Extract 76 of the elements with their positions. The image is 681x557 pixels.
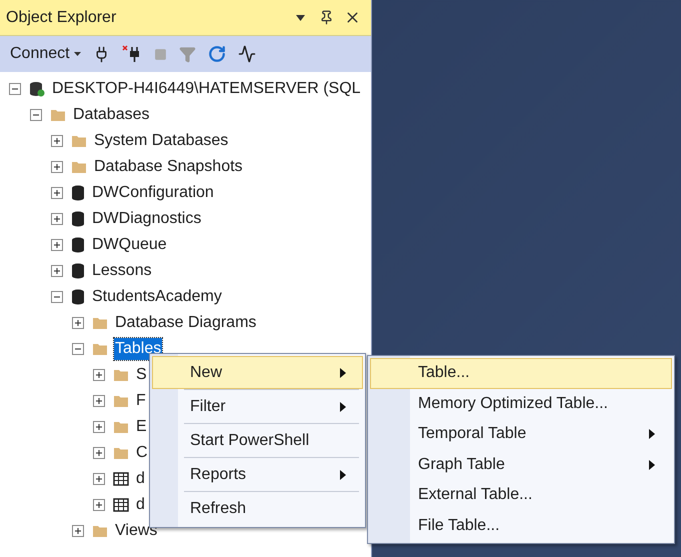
menu-item[interactable]: File Table... xyxy=(370,510,672,541)
database-icon xyxy=(71,289,85,305)
menu-item[interactable]: Memory Optimized Table... xyxy=(370,388,672,419)
submenu-arrow-icon xyxy=(340,402,346,412)
connect-button[interactable]: Connect xyxy=(10,42,81,66)
tree-item[interactable]: F xyxy=(135,390,147,412)
database-icon xyxy=(71,263,85,279)
collapse-icon[interactable] xyxy=(72,343,84,355)
tree-item[interactable]: d xyxy=(135,468,146,490)
tree-item[interactable]: DWDiagnostics xyxy=(91,208,202,230)
expand-icon[interactable] xyxy=(51,239,63,251)
tree-item[interactable]: Database Diagrams xyxy=(114,312,258,334)
menu-item[interactable]: Graph Table xyxy=(370,450,672,480)
tree-item[interactable]: DWConfiguration xyxy=(91,182,215,204)
folder-icon xyxy=(50,108,66,122)
tree-item[interactable]: C xyxy=(135,442,149,464)
submenu-arrow-icon xyxy=(340,470,346,480)
table-icon xyxy=(113,472,129,486)
activity-icon[interactable] xyxy=(238,45,256,63)
folder-icon xyxy=(113,420,129,434)
menu-item[interactable]: Temporal Table xyxy=(370,419,672,450)
menu-item[interactable]: New xyxy=(152,356,363,389)
table-icon xyxy=(113,498,129,512)
expand-icon[interactable] xyxy=(51,187,63,199)
expand-icon[interactable] xyxy=(93,499,105,511)
menu-item[interactable]: Reports xyxy=(152,458,363,491)
tree-item[interactable]: DWQueue xyxy=(91,234,168,256)
menu-item[interactable]: Filter xyxy=(152,390,363,423)
expand-icon[interactable] xyxy=(93,421,105,433)
tree-item[interactable]: Tables xyxy=(114,338,162,360)
tree-item[interactable]: Databases xyxy=(72,104,150,126)
menu-item[interactable]: Table... xyxy=(370,358,672,388)
tree-item[interactable]: S xyxy=(135,364,148,386)
database-icon xyxy=(71,211,85,227)
expand-icon[interactable] xyxy=(93,473,105,485)
dropdown-icon[interactable] xyxy=(296,14,305,20)
tree-item[interactable]: DESKTOP-H4I6449\HATEMSERVER (SQL xyxy=(51,78,362,100)
submenu-arrow-icon xyxy=(649,460,655,470)
submenu-arrow-icon xyxy=(340,368,346,378)
expand-icon[interactable] xyxy=(93,369,105,381)
disconnect-icon[interactable] xyxy=(122,45,142,63)
folder-icon xyxy=(92,342,108,356)
expand-icon[interactable] xyxy=(93,395,105,407)
expand-icon[interactable] xyxy=(51,265,63,277)
tree-item[interactable]: Lessons xyxy=(91,260,153,282)
folder-icon xyxy=(71,160,87,174)
submenu-arrow-icon xyxy=(649,429,655,440)
expand-icon[interactable] xyxy=(72,317,84,329)
folder-icon xyxy=(92,524,108,538)
expand-icon[interactable] xyxy=(93,447,105,459)
menu-item[interactable]: External Table... xyxy=(370,480,672,510)
collapse-icon[interactable] xyxy=(30,109,42,121)
folder-icon xyxy=(113,394,129,408)
collapse-icon[interactable] xyxy=(51,291,63,303)
tree-item[interactable]: System Databases xyxy=(93,130,230,152)
tree-item[interactable]: E xyxy=(135,416,148,438)
expand-icon[interactable] xyxy=(51,213,63,225)
folder-icon xyxy=(71,134,87,148)
folder-icon xyxy=(92,316,108,330)
collapse-icon[interactable] xyxy=(9,83,21,95)
tree-item[interactable]: d xyxy=(135,494,146,516)
expand-icon[interactable] xyxy=(51,161,63,173)
caret-icon xyxy=(74,52,81,56)
menu-item[interactable]: Start PowerShell xyxy=(152,424,363,457)
expand-icon[interactable] xyxy=(72,525,84,537)
expand-icon[interactable] xyxy=(51,135,63,147)
pin-icon[interactable] xyxy=(319,10,334,25)
panel-title: Object Explorer xyxy=(6,8,118,28)
tree-item[interactable]: StudentsAcademy xyxy=(91,286,223,308)
folder-icon xyxy=(113,368,129,382)
database-icon xyxy=(71,237,85,253)
database-icon xyxy=(71,185,85,201)
folder-icon xyxy=(113,446,129,460)
server-icon xyxy=(29,81,45,97)
tree-item[interactable]: Database Snapshots xyxy=(93,156,244,178)
refresh-icon[interactable] xyxy=(208,45,226,63)
